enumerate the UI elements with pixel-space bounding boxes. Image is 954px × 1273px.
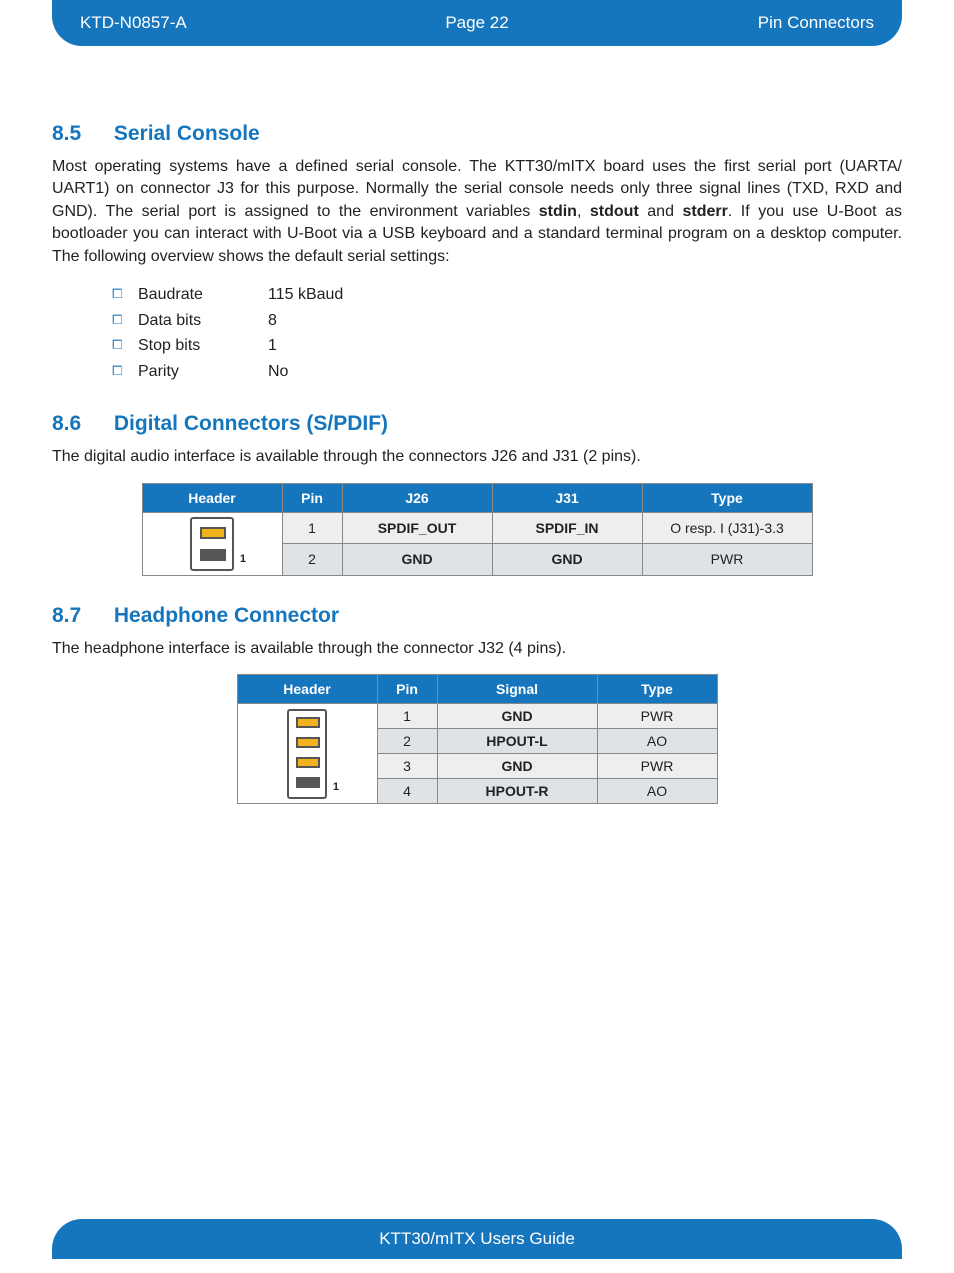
col-header: J31 bbox=[492, 483, 642, 512]
setting-label: Data bits bbox=[138, 308, 268, 334]
connector-diagram-cell: 1 bbox=[237, 704, 377, 804]
pin-icon bbox=[296, 737, 320, 748]
cell: 3 bbox=[377, 754, 437, 779]
bold: stderr bbox=[683, 203, 728, 220]
cell: GND bbox=[437, 704, 597, 729]
heading-text: Headphone Connector bbox=[114, 604, 339, 627]
table-header-row: Header Pin J26 J31 Type bbox=[142, 483, 812, 512]
cell: PWR bbox=[597, 704, 717, 729]
connector-2pin-icon: 1 bbox=[190, 517, 234, 571]
cell: AO bbox=[597, 729, 717, 754]
spdif-table: Header Pin J26 J31 Type 1 1 SPDIF_OUT SP… bbox=[142, 483, 813, 576]
table-row: 1 1 SPDIF_OUT SPDIF_IN O resp. I (J31)-3… bbox=[142, 512, 812, 544]
section-title: Pin Connectors bbox=[609, 13, 874, 33]
cell: 2 bbox=[377, 729, 437, 754]
table-row: 1 1 GND PWR bbox=[237, 704, 717, 729]
col-header: Pin bbox=[377, 675, 437, 704]
setting-value: 115 kBaud bbox=[268, 282, 343, 308]
setting-value: 1 bbox=[268, 333, 277, 359]
pin-icon bbox=[296, 777, 320, 788]
pin-icon bbox=[296, 717, 320, 728]
page-number: Page 22 bbox=[345, 13, 610, 33]
cell: 1 bbox=[377, 704, 437, 729]
bold: stdout bbox=[590, 203, 639, 220]
cell: 1 bbox=[282, 512, 342, 544]
cell: HPOUT-R bbox=[437, 779, 597, 804]
cell: AO bbox=[597, 779, 717, 804]
footer-text: KTT30/mITX Users Guide bbox=[379, 1229, 575, 1249]
setting-value: No bbox=[268, 359, 288, 385]
cell: O resp. I (J31)-3.3 bbox=[642, 512, 812, 544]
page: KTD-N0857-A Page 22 Pin Connectors 8.5 S… bbox=[0, 0, 954, 1273]
cell: SPDIF_OUT bbox=[342, 512, 492, 544]
bullet-icon bbox=[112, 282, 138, 308]
col-header: Type bbox=[642, 483, 812, 512]
paragraph-8-7: The headphone interface is available thr… bbox=[52, 638, 902, 660]
cell: PWR bbox=[597, 754, 717, 779]
pin-icon bbox=[296, 757, 320, 768]
cell: GND bbox=[342, 544, 492, 576]
list-item: Stop bits 1 bbox=[112, 333, 902, 359]
page-header: KTD-N0857-A Page 22 Pin Connectors bbox=[0, 0, 954, 46]
col-header: Signal bbox=[437, 675, 597, 704]
table-header-row: Header Pin Signal Type bbox=[237, 675, 717, 704]
header-bar: KTD-N0857-A Page 22 Pin Connectors bbox=[52, 0, 902, 46]
connector-4pin-icon: 1 bbox=[287, 709, 327, 799]
col-header: Header bbox=[142, 483, 282, 512]
heading-number: 8.5 bbox=[52, 122, 108, 146]
text: and bbox=[639, 203, 683, 220]
text: , bbox=[577, 203, 590, 220]
list-item: Baudrate 115 kBaud bbox=[112, 282, 902, 308]
heading-8-5: 8.5 Serial Console bbox=[52, 122, 902, 146]
col-header: Header bbox=[237, 675, 377, 704]
bold: stdin bbox=[539, 203, 577, 220]
paragraph-8-6: The digital audio interface is available… bbox=[52, 446, 902, 468]
col-header: J26 bbox=[342, 483, 492, 512]
col-header: Type bbox=[597, 675, 717, 704]
heading-8-6: 8.6 Digital Connectors (S/PDIF) bbox=[52, 412, 902, 436]
cell: SPDIF_IN bbox=[492, 512, 642, 544]
col-header: Pin bbox=[282, 483, 342, 512]
cell: 2 bbox=[282, 544, 342, 576]
heading-number: 8.7 bbox=[52, 604, 108, 628]
setting-label: Parity bbox=[138, 359, 268, 385]
heading-text: Serial Console bbox=[114, 122, 260, 145]
cell: PWR bbox=[642, 544, 812, 576]
page-footer: KTT30/mITX Users Guide bbox=[52, 1219, 902, 1259]
pin-icon bbox=[200, 527, 226, 539]
pin-icon bbox=[200, 549, 226, 561]
paragraph-8-5: Most operating systems have a defined se… bbox=[52, 156, 902, 268]
pin1-label: 1 bbox=[240, 553, 246, 565]
connector-diagram-cell: 1 bbox=[142, 512, 282, 575]
doc-code: KTD-N0857-A bbox=[80, 13, 345, 33]
bullet-icon bbox=[112, 359, 138, 385]
setting-value: 8 bbox=[268, 308, 277, 334]
heading-text: Digital Connectors (S/PDIF) bbox=[114, 412, 388, 435]
cell: HPOUT-L bbox=[437, 729, 597, 754]
list-item: Data bits 8 bbox=[112, 308, 902, 334]
settings-list: Baudrate 115 kBaud Data bits 8 Stop bits… bbox=[112, 282, 902, 384]
cell: GND bbox=[492, 544, 642, 576]
bullet-icon bbox=[112, 333, 138, 359]
cell: GND bbox=[437, 754, 597, 779]
setting-label: Baudrate bbox=[138, 282, 268, 308]
cell: 4 bbox=[377, 779, 437, 804]
headphone-table: Header Pin Signal Type 1 1 GND PWR bbox=[237, 674, 718, 804]
content: 8.5 Serial Console Most operating system… bbox=[52, 46, 902, 904]
bullet-icon bbox=[112, 308, 138, 334]
list-item: Parity No bbox=[112, 359, 902, 385]
setting-label: Stop bits bbox=[138, 333, 268, 359]
heading-8-7: 8.7 Headphone Connector bbox=[52, 604, 902, 628]
heading-number: 8.6 bbox=[52, 412, 108, 436]
pin1-label: 1 bbox=[333, 781, 339, 793]
